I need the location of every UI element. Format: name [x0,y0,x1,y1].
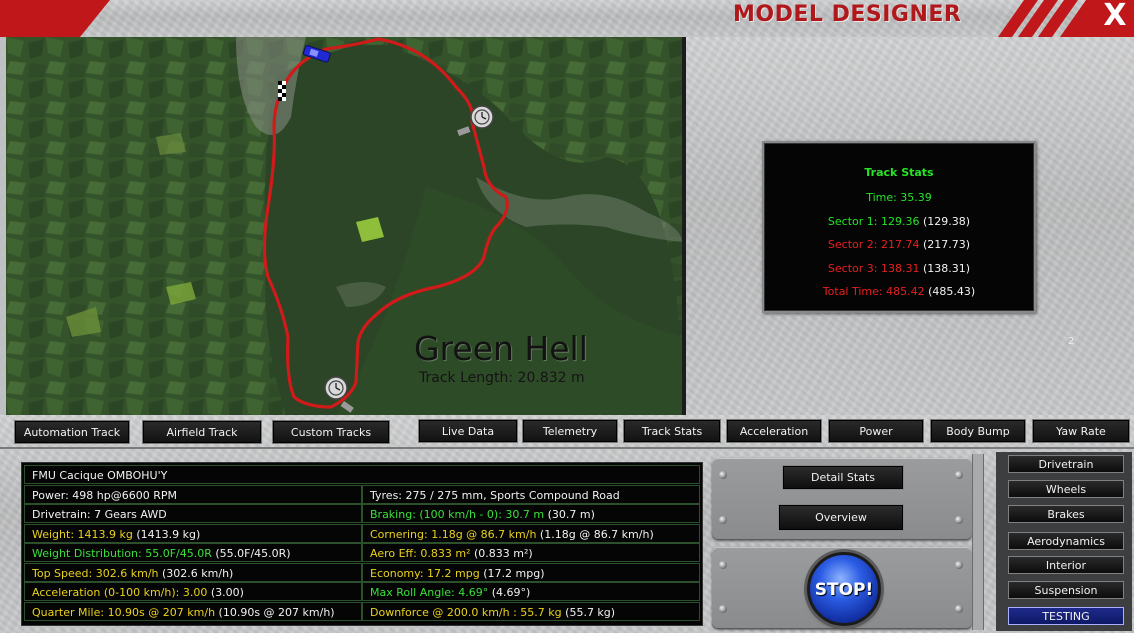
acceleration-stat: Acceleration (0-100 km/h): 3.00 (3.00) [24,582,362,601]
tab-yaw-rate[interactable]: Yaw Rate [1032,419,1130,443]
rivet [955,471,963,479]
tab-track-stats[interactable]: Track Stats [623,419,721,443]
tab-telemetry[interactable]: Telemetry [522,419,618,443]
track-length: Track Length: 20.832 m [419,370,585,386]
side-item-interior[interactable]: Interior [1008,556,1124,574]
tab-body-bump[interactable]: Body Bump [930,419,1026,443]
cornering-stat: Cornering: 1.18g @ 86.7 km/h (1.18g @ 86… [362,524,700,543]
tab-automation-track[interactable]: Automation Track [14,420,130,444]
top-speed-stat: Top Speed: 302.6 km/h (302.6 km/h) [24,563,362,582]
side-item-brakes[interactable]: Brakes [1008,505,1124,523]
side-item-drivetrain[interactable]: Drivetrain [1008,455,1124,473]
stop-button[interactable]: STOP! [807,552,881,626]
sector-2-stat: Sector 2: 217.74 (217.73) [827,238,971,251]
side-item-wheels[interactable]: Wheels [1008,480,1124,498]
drivetrain-stat: Drivetrain: 7 Gears AWD [24,504,362,523]
total-time-stat: Total Time: 485.42 (485.43) [822,285,976,298]
lap-time: Time: 35.39 [866,191,932,204]
tab-power[interactable]: Power [828,419,924,443]
track-stats-title: Track Stats [864,166,934,179]
detail-stats-button[interactable]: Detail Stats [782,465,904,490]
divider [0,447,1134,449]
page-marker: 2 [1068,336,1075,347]
scrollbar-track[interactable] [972,454,984,630]
car-stats-panel: FMU Cacique OMBOHU'Y Power: 498 hp@6600 … [21,462,703,626]
max-roll-stat: Max Roll Angle: 4.69° (4.69°) [362,582,700,601]
red-stripe-decoration [0,0,110,37]
side-item-testing[interactable]: TESTING [1008,607,1124,625]
start-finish-icon [278,81,286,101]
sector-3-stat: Sector 3: 138.31 (138.31) [827,262,971,275]
aero-efficiency-stat: Aero Eff: 0.833 m² (0.833 m²) [362,543,700,562]
rivet [719,605,727,613]
side-item-suspension[interactable]: Suspension [1008,581,1124,599]
track-name: Green Hell [414,329,588,368]
power-stat: Power: 498 hp@6600 RPM [24,485,362,504]
track-stats-panel: Track Stats Time: 35.39 Sector 1: 129.36… [762,141,1036,313]
overview-button[interactable]: Overview [778,504,904,531]
rivet [719,516,727,524]
tab-live-data[interactable]: Live Data [418,419,518,443]
rivet [955,605,963,613]
quarter-mile-stat: Quarter Mile: 10.90s @ 207 km/h (10.90s … [24,602,362,621]
downforce-stat: Downforce @ 200.0 km/h : 55.7 kg (55.7 k… [362,602,700,621]
window-title: MODEL DESIGNER [733,2,962,27]
tab-acceleration[interactable]: Acceleration [726,419,822,443]
rivet [955,516,963,524]
track-map: Green Hell Track Length: 20.832 m [6,37,682,415]
rivet [955,561,963,569]
economy-stat: Economy: 17.2 mpg (17.2 mpg) [362,563,700,582]
side-item-aerodynamics[interactable]: Aerodynamics [1008,532,1124,550]
braking-stat: Braking: (100 km/h - 0): 30.7 m (30.7 m) [362,504,700,523]
car-name: FMU Cacique OMBOHU'Y [24,465,700,484]
tyres-stat: Tyres: 275 / 275 mm, Sports Compound Roa… [362,485,700,504]
sector-1-stat: Sector 1: 129.36 (129.38) [827,215,971,228]
weight-distribution-stat: Weight Distribution: 55.0F/45.0R (55.0F/… [24,543,362,562]
tab-custom-tracks[interactable]: Custom Tracks [272,420,390,444]
title-bar: MODEL DESIGNER X [0,0,1134,37]
rivet [719,471,727,479]
close-button[interactable]: X [1096,0,1134,32]
tab-airfield-track[interactable]: Airfield Track [142,420,262,444]
rivet [719,561,727,569]
weight-stat: Weight: 1413.9 kg (1413.9 kg) [24,524,362,543]
